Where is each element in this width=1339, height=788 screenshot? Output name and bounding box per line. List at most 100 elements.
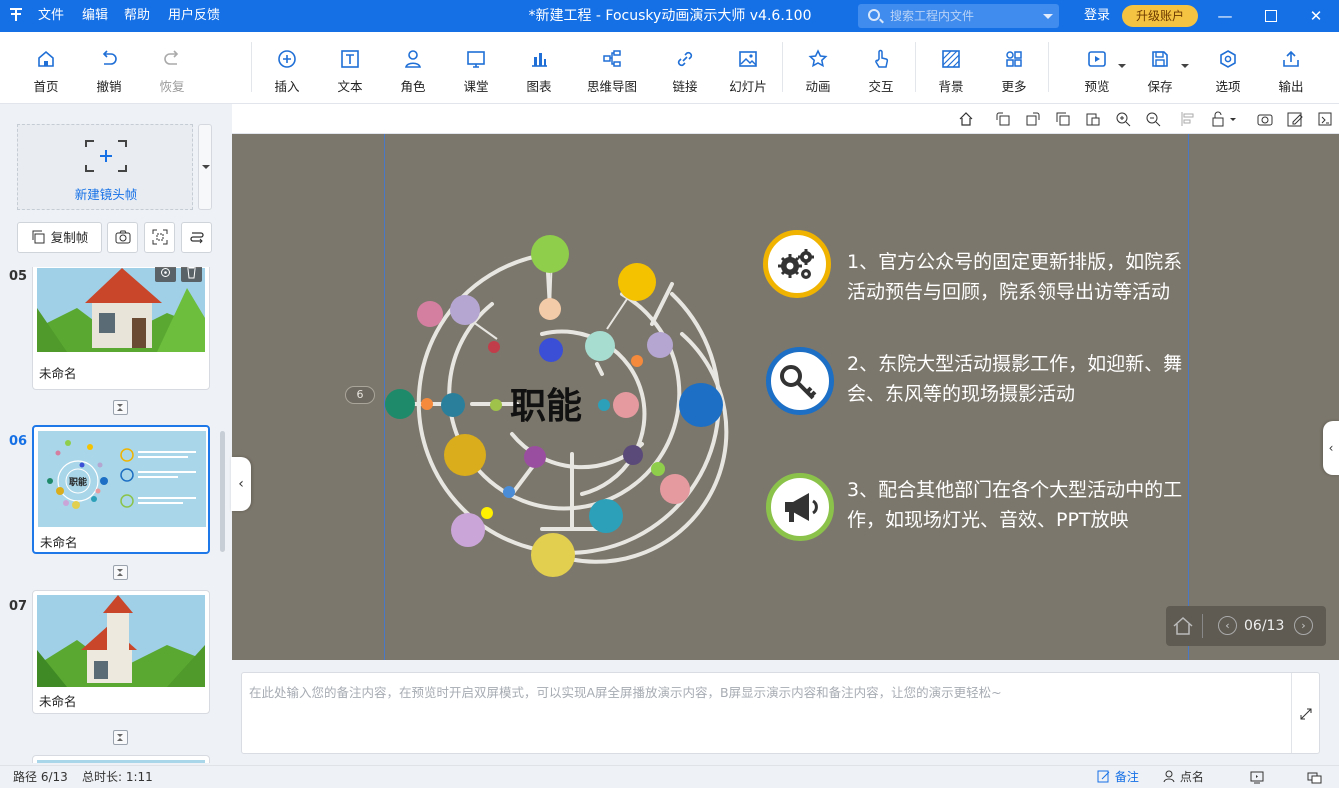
canvas-home-icon[interactable] xyxy=(958,111,974,127)
fit-frame-button[interactable] xyxy=(144,222,175,253)
lock-icon[interactable] xyxy=(1211,111,1227,127)
upgrade-button[interactable]: 升级账户 xyxy=(1122,5,1198,27)
export-button[interactable]: 输出 xyxy=(1261,44,1321,96)
hand-pointer-icon xyxy=(875,49,889,68)
snapshot-button[interactable] xyxy=(107,222,138,253)
key-icon[interactable] xyxy=(766,347,834,415)
screen-icon[interactable] xyxy=(1250,771,1264,784)
zoom-out-icon[interactable] xyxy=(1145,111,1161,127)
undo-button[interactable]: 撤销 xyxy=(79,44,139,96)
edit-frame-icon[interactable] xyxy=(1287,111,1303,127)
slide-stage[interactable]: 6 职能 1、官方公众号的固定更新排版，如院系活动预告与回顾，院系领导出访等活动… xyxy=(232,134,1339,660)
path-status: 路径 6/13 xyxy=(13,770,68,784)
link-button[interactable]: 链接 xyxy=(655,44,715,96)
slide-preview xyxy=(37,268,205,352)
item-text-3[interactable]: 3、配合其他部门在各个大型活动中的工作，如现场灯光、音效、PPT放映 xyxy=(847,475,1192,535)
menu-feedback[interactable]: 用户反馈 xyxy=(168,0,220,32)
zoom-in-icon[interactable] xyxy=(1115,111,1131,127)
animation-button[interactable]: 动画 xyxy=(788,44,848,96)
slide-thumbnail-05[interactable]: 未命名 xyxy=(32,267,210,390)
gears-icon[interactable] xyxy=(763,230,831,298)
item-text-2[interactable]: 2、东院大型活动摄影工作，如迎新、舞会、东风等的现场摄影活动 xyxy=(847,349,1192,409)
text-button[interactable]: 文本 xyxy=(320,44,380,96)
home-icon xyxy=(38,50,54,67)
expand-right-panel-icon[interactable]: ‹ xyxy=(1323,421,1339,475)
mindmap-button[interactable]: 思维导图 xyxy=(582,44,642,96)
transition-icon[interactable] xyxy=(113,565,128,580)
transition-icon[interactable] xyxy=(113,400,128,415)
notes-expand-button[interactable] xyxy=(1291,673,1319,753)
camera-icon xyxy=(115,230,130,244)
notes-toggle[interactable]: 备注 xyxy=(1097,766,1139,788)
item-text-1[interactable]: 1、官方公众号的固定更新排版，如院系活动预告与回顾，院系领导出访等活动 xyxy=(847,247,1192,307)
redo-button[interactable]: 恢复 xyxy=(142,44,202,96)
background-button[interactable]: 背景 xyxy=(921,44,981,96)
duration-status: 总时长: 1:11 xyxy=(82,770,153,784)
window-title: *新建工程 - Focusky动画演示大师 v4.6.100 xyxy=(528,8,812,24)
save-button[interactable]: 保存 xyxy=(1130,44,1190,96)
rollcall-toggle[interactable]: 点名 xyxy=(1163,766,1204,788)
copy-frame-button[interactable]: 复制帧 xyxy=(17,222,102,253)
settings-icon xyxy=(1220,50,1236,68)
classroom-button[interactable]: 课堂 xyxy=(446,44,506,96)
megaphone-icon[interactable] xyxy=(766,473,834,541)
menu-file[interactable]: 文件 xyxy=(38,0,64,32)
chart-button[interactable]: 图表 xyxy=(509,44,569,96)
home-button[interactable]: 首页 xyxy=(16,44,76,96)
slide-thumbnail-07[interactable]: 未命名 xyxy=(32,590,210,714)
close-icon[interactable]: ✕ xyxy=(1293,0,1339,32)
search-input[interactable]: 搜索工程内文件 xyxy=(858,4,1059,28)
search-dropdown-icon[interactable] xyxy=(1043,14,1053,19)
next-page-icon[interactable]: › xyxy=(1294,616,1313,635)
trash-icon[interactable] xyxy=(181,267,202,282)
paste-icon[interactable] xyxy=(1085,111,1101,127)
rotate-right-icon[interactable] xyxy=(1025,111,1041,127)
center-title[interactable]: 职能 xyxy=(510,386,582,427)
frame-number-badge[interactable]: 6 xyxy=(345,386,375,404)
screenshot-icon[interactable] xyxy=(1257,111,1273,127)
login-link[interactable]: 登录 xyxy=(1084,0,1110,32)
collapse-left-panel-icon[interactable]: ‹ xyxy=(231,457,251,511)
eye-icon[interactable] xyxy=(155,267,176,282)
maximize-icon[interactable] xyxy=(1248,0,1294,32)
prev-page-icon[interactable]: ‹ xyxy=(1218,616,1237,635)
lock-dropdown-icon[interactable] xyxy=(1229,111,1237,127)
more-button[interactable]: 更多 xyxy=(984,44,1044,96)
slide-preview: 职能 xyxy=(38,431,206,527)
mindmap-icon xyxy=(603,50,621,67)
play-icon xyxy=(1088,51,1106,67)
copy-icon xyxy=(32,230,45,244)
slide-thumbnail-06[interactable]: 职能 未命名 xyxy=(32,425,210,554)
status-bar: 路径 6/13 总时长: 1:11 备注 点名 xyxy=(0,765,1339,788)
role-button[interactable]: 角色 xyxy=(383,44,443,96)
function-diagram[interactable]: 职能 xyxy=(382,224,782,594)
path-order-button[interactable] xyxy=(181,222,212,253)
save-dropdown-icon[interactable] xyxy=(1181,64,1189,68)
slide-button[interactable]: 幻灯片 xyxy=(718,44,778,96)
image-icon xyxy=(739,51,757,67)
nav-home-icon[interactable] xyxy=(1172,616,1194,636)
slide-thumbnail-08[interactable] xyxy=(32,755,210,763)
minimize-icon[interactable]: — xyxy=(1202,0,1248,32)
preview-dropdown-icon[interactable] xyxy=(1118,64,1126,68)
new-frame-dropdown[interactable] xyxy=(198,124,212,210)
app-menu-icon[interactable] xyxy=(8,6,24,24)
new-frame-button[interactable]: 新建镜头帧 xyxy=(17,124,193,210)
menu-help[interactable]: 帮助 xyxy=(124,0,150,32)
insert-button[interactable]: 插入 xyxy=(257,44,317,96)
interact-button[interactable]: 交互 xyxy=(851,44,911,96)
slide-list: 05 未命名 06 职能 未命名 07 未命名 xyxy=(0,267,230,763)
transition-icon[interactable] xyxy=(113,730,128,745)
preview-button[interactable]: 预览 xyxy=(1067,44,1127,96)
dual-screen-icon[interactable] xyxy=(1307,771,1322,784)
notes-input[interactable]: 在此处输入您的备注内容，在预览时开启双屏模式，可以实现A屏全屏播放演示内容，B屏… xyxy=(241,672,1320,754)
copy-icon[interactable] xyxy=(1055,111,1071,127)
options-button[interactable]: 选项 xyxy=(1198,44,1258,96)
align-icon[interactable] xyxy=(1180,111,1196,127)
bar-chart-icon xyxy=(532,53,547,67)
slide-list-scrollbar[interactable] xyxy=(220,431,225,552)
export-icon xyxy=(1283,50,1299,67)
menu-edit[interactable]: 编辑 xyxy=(82,0,108,32)
crop-icon[interactable] xyxy=(1317,111,1333,127)
rotate-left-icon[interactable] xyxy=(995,111,1011,127)
